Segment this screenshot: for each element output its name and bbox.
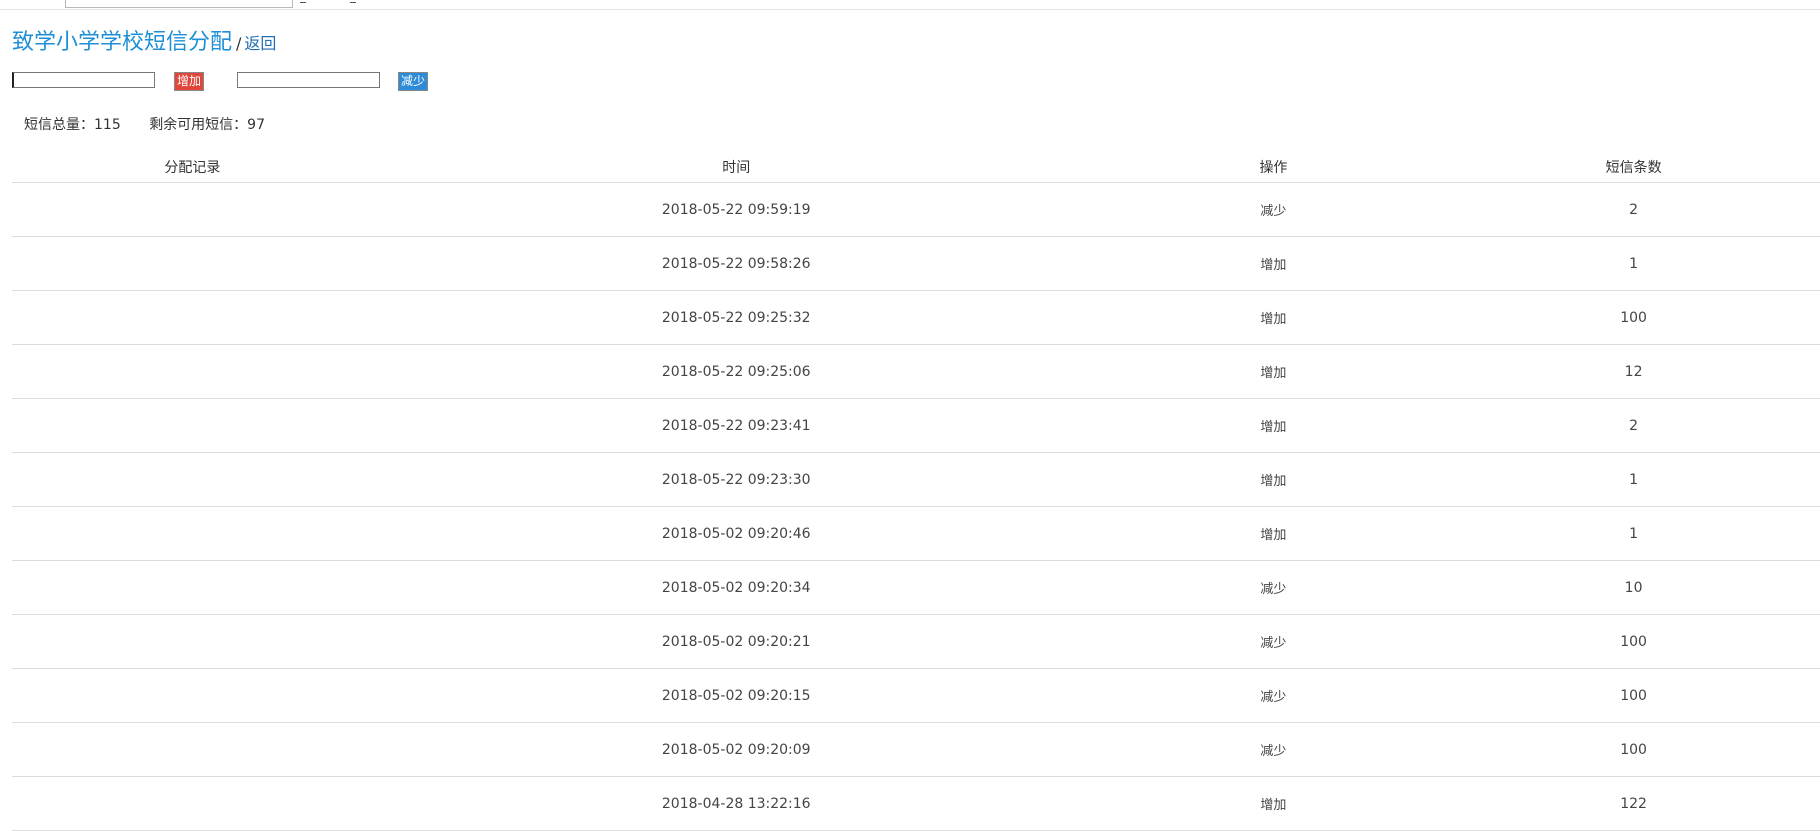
header-count: 短信条数 [1447, 152, 1820, 183]
cell-time: 2018-05-22 09:23:30 [372, 452, 1100, 507]
cell-time: 2018-05-22 09:23:41 [372, 398, 1100, 453]
allocation-records-table: 分配记录 时间 操作 短信条数 2018-05-22 09:59:19 减少 2 20… [12, 152, 1820, 831]
cell-count: 100 [1447, 722, 1820, 777]
sms-stats: 短信总量：115 剩余可用短信：97 [24, 114, 289, 134]
cell-record [12, 614, 373, 669]
cell-operation: 减少 [1099, 668, 1448, 723]
table-row: 2018-05-22 09:58:26 增加 1 [12, 236, 1820, 291]
cell-time: 2018-05-22 09:59:19 [372, 182, 1100, 237]
cell-operation: 减少 [1099, 614, 1448, 669]
top-toolbar-mark [300, 0, 306, 3]
cell-record [12, 290, 373, 345]
cell-operation: 减少 [1099, 560, 1448, 615]
table-row: 2018-05-02 09:20:34 减少 10 [12, 560, 1820, 615]
cell-count: 2 [1447, 182, 1820, 237]
table-row: 2018-05-22 09:23:30 增加 1 [12, 452, 1820, 507]
top-toolbar-fragment [0, 0, 1820, 10]
cell-record [12, 560, 373, 615]
table-row: 2018-05-02 09:20:21 减少 100 [12, 614, 1820, 669]
table-row: 2018-04-28 13:22:16 增加 122 [12, 776, 1820, 831]
title-separator: / [236, 34, 242, 53]
cell-record [12, 506, 373, 561]
cell-time: 2018-05-22 09:25:32 [372, 290, 1100, 345]
cell-operation: 增加 [1099, 452, 1448, 507]
cell-time: 2018-05-02 09:20:34 [372, 560, 1100, 615]
back-link[interactable]: 返回 [244, 34, 276, 53]
cell-time: 2018-05-02 09:20:09 [372, 722, 1100, 777]
cell-time: 2018-05-02 09:20:15 [372, 668, 1100, 723]
cell-operation: 增加 [1099, 344, 1448, 399]
sms-remaining: 剩余可用短信：97 [149, 117, 266, 133]
cell-count: 1 [1447, 506, 1820, 561]
page-title: 致学小学学校短信分配 [12, 30, 233, 55]
cell-operation: 增加 [1099, 506, 1448, 561]
table-row: 2018-05-22 09:23:41 增加 2 [12, 398, 1820, 453]
table-header-row: 分配记录 时间 操作 短信条数 [12, 152, 1820, 183]
cell-operation: 减少 [1099, 722, 1448, 777]
sms-total: 短信总量：115 [24, 117, 121, 133]
cell-record [12, 668, 373, 723]
add-amount-input[interactable] [12, 72, 155, 88]
add-button[interactable]: 增加 [174, 72, 204, 91]
cell-operation: 增加 [1099, 776, 1448, 831]
table-row: 2018-05-02 09:20:46 增加 1 [12, 506, 1820, 561]
cell-operation: 增加 [1099, 290, 1448, 345]
cell-operation: 减少 [1099, 182, 1448, 237]
cell-record [12, 776, 373, 831]
cell-record [12, 182, 373, 237]
cell-count: 100 [1447, 290, 1820, 345]
cell-time: 2018-05-02 09:20:46 [372, 506, 1100, 561]
top-search-input-fragment[interactable] [65, 0, 293, 8]
cell-count: 122 [1447, 776, 1820, 831]
cell-count: 1 [1447, 452, 1820, 507]
subtract-button[interactable]: 减少 [398, 72, 428, 91]
cell-count: 12 [1447, 344, 1820, 399]
cell-record [12, 452, 373, 507]
table-row: 2018-05-02 09:20:09 减少 100 [12, 722, 1820, 777]
cell-time: 2018-04-28 13:22:16 [372, 776, 1100, 831]
table-row: 2018-05-02 09:20:15 减少 100 [12, 668, 1820, 723]
table-body: 2018-05-22 09:59:19 减少 2 2018-05-22 09:58:2… [12, 182, 1820, 831]
page-header: 致学小学学校短信分配 / 返回 [12, 24, 276, 56]
subtract-amount-input[interactable] [237, 72, 380, 88]
cell-record [12, 236, 373, 291]
header-operation: 操作 [1099, 152, 1448, 183]
cell-operation: 增加 [1099, 398, 1448, 453]
cell-count: 2 [1447, 398, 1820, 453]
top-toolbar-mark [350, 0, 356, 3]
header-time: 时间 [372, 152, 1100, 183]
table-row: 2018-05-22 09:25:06 增加 12 [12, 344, 1820, 399]
cell-operation: 增加 [1099, 236, 1448, 291]
cell-count: 10 [1447, 560, 1820, 615]
cell-time: 2018-05-22 09:25:06 [372, 344, 1100, 399]
table-row: 2018-05-22 09:25:32 增加 100 [12, 290, 1820, 345]
cell-time: 2018-05-22 09:58:26 [372, 236, 1100, 291]
cell-count: 100 [1447, 614, 1820, 669]
cell-time: 2018-05-02 09:20:21 [372, 614, 1100, 669]
cell-count: 1 [1447, 236, 1820, 291]
cell-count: 100 [1447, 668, 1820, 723]
table-row: 2018-05-22 09:59:19 减少 2 [12, 182, 1820, 237]
cell-record [12, 398, 373, 453]
cell-record [12, 344, 373, 399]
header-record: 分配记录 [12, 152, 373, 183]
cell-record [12, 722, 373, 777]
